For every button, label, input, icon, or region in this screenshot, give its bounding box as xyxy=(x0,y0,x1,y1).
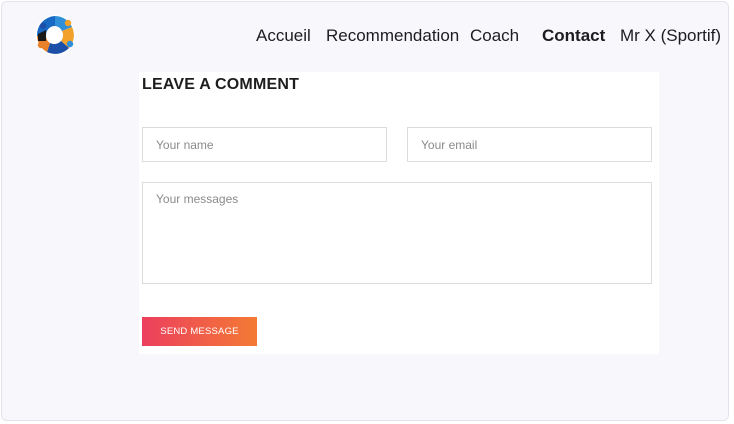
name-input[interactable] xyxy=(142,127,387,162)
nav-item-accueil[interactable]: Accueil xyxy=(256,26,311,46)
nav-item-coach[interactable]: Coach xyxy=(470,26,519,46)
comment-form-title: LEAVE A COMMENT xyxy=(142,76,300,93)
nav-item-recommendation[interactable]: Recommendation xyxy=(326,26,459,46)
message-textarea[interactable] xyxy=(142,182,652,284)
email-input[interactable] xyxy=(407,127,652,162)
logo-icon[interactable] xyxy=(34,14,76,56)
nav-item-user-profile[interactable]: Mr X (Sportif) xyxy=(620,26,721,46)
send-message-button[interactable]: SEND MESSAGE xyxy=(142,317,257,346)
nav-item-contact[interactable]: Contact xyxy=(542,26,605,46)
page-frame: Accueil Recommendation Coach Contact Mr … xyxy=(1,1,729,421)
comment-form-card: LEAVE A COMMENT SEND MESSAGE xyxy=(139,72,659,354)
